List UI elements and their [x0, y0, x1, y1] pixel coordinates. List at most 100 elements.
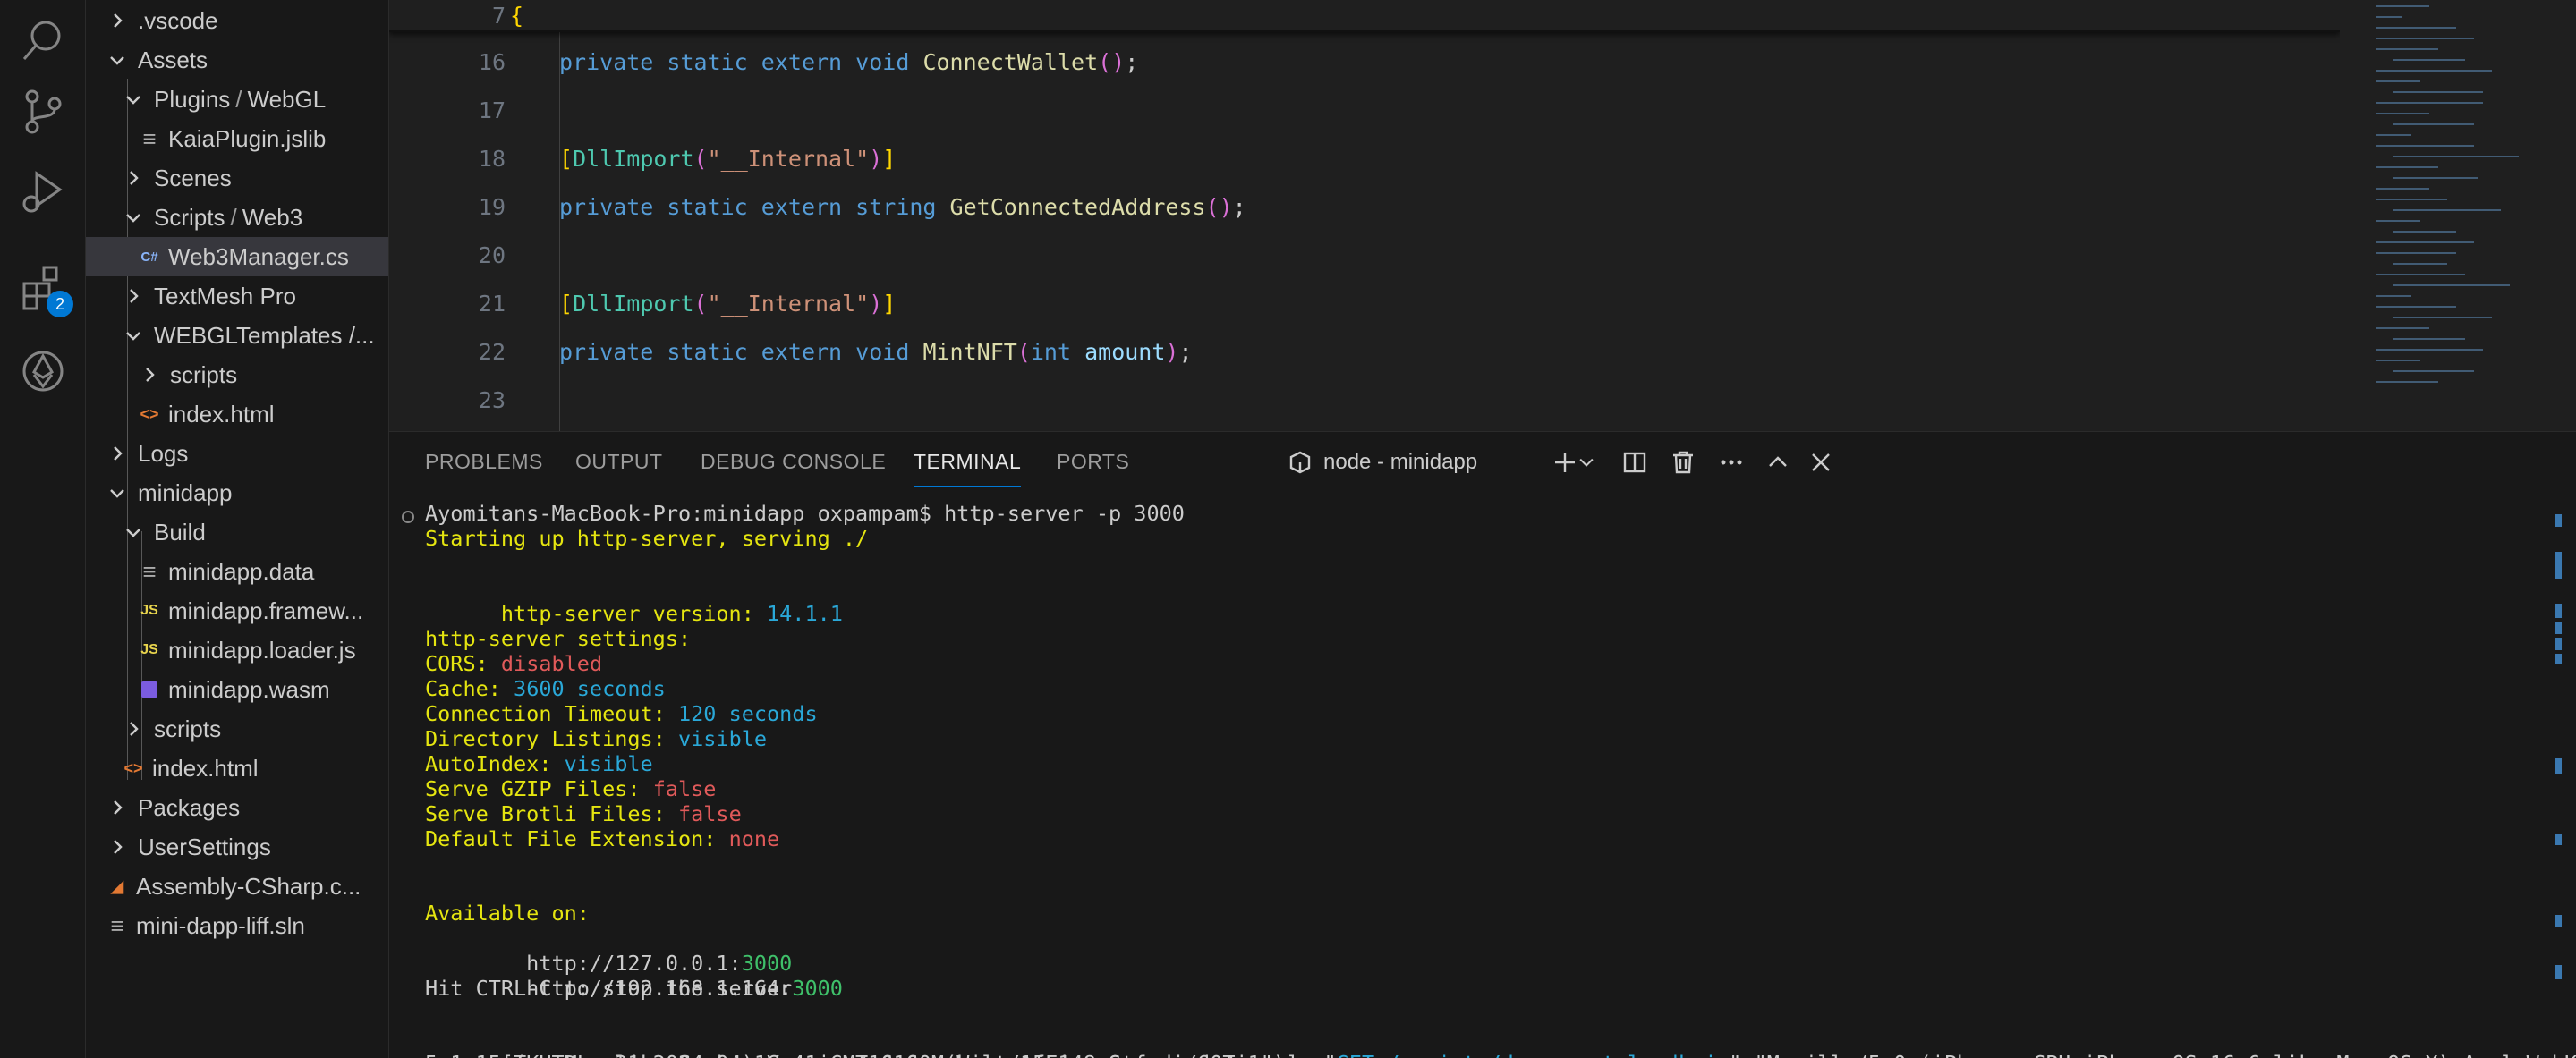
terminal-url[interactable]: http://127.0.0.1:3000: [425, 926, 792, 976]
extensions-icon[interactable]: 2: [0, 246, 86, 326]
tree-folder[interactable]: .vscode: [86, 1, 388, 40]
sticky-line-text: {: [510, 2, 524, 29]
tab-ports[interactable]: PORTS: [1057, 450, 1129, 474]
terminal-log-line: [Tue Dec 31 2024 04:16:41 GMT+0100 (West…: [425, 1026, 2576, 1058]
line-number: 23: [478, 386, 506, 413]
sticky-scroll-header[interactable]: 7 {: [389, 0, 2340, 32]
code-line: 21 [DllImport("__Internal")]: [389, 279, 2340, 327]
tree-item-label: .vscode: [138, 6, 218, 34]
tree-file[interactable]: C# Web3Manager.cs: [86, 237, 388, 276]
ethereum-icon[interactable]: [0, 331, 86, 411]
minimap[interactable]: [2340, 0, 2576, 431]
tree-folder[interactable]: WEBGLTemplates /...: [86, 316, 388, 355]
minimap-line: [2393, 317, 2492, 318]
terminal-hint: Hit CTRL-C to stop the server: [425, 976, 793, 1001]
tree-item-label: index.html: [168, 400, 275, 427]
path-separator: /: [230, 203, 237, 231]
tab-problems[interactable]: PROBLEMS: [425, 450, 543, 474]
tree-folder[interactable]: scripts: [86, 355, 388, 394]
activity-bar: 2: [0, 0, 86, 1058]
scrollbar-marker: [2555, 604, 2562, 618]
minimap-line: [2393, 231, 2456, 233]
maximize-icon[interactable]: [1762, 446, 1794, 478]
csharp-file-icon: C#: [140, 249, 158, 265]
scrollbar-marker: [2555, 965, 2562, 979]
chevron-down-icon: [122, 206, 145, 229]
terminal-starting: Starting up http-server, serving ./: [425, 526, 869, 551]
tree-item-label: KaiaPlugin.jslib: [168, 124, 327, 152]
split-icon[interactable]: [1619, 446, 1651, 478]
tree-file[interactable]: ≡ minidapp.data: [86, 552, 388, 591]
terminal-setting: Serve GZIP Files: false: [425, 776, 717, 801]
tree-folder[interactable]: Build: [86, 512, 388, 552]
run-debug-icon[interactable]: [0, 152, 86, 233]
tree-folder[interactable]: UserSettings: [86, 827, 388, 867]
minimap-line: [2376, 38, 2474, 39]
minimap-line: [2376, 102, 2483, 104]
tree-folder[interactable]: Scripts / Web3: [86, 198, 388, 237]
line-text: private static extern void ConnectWallet…: [559, 48, 1139, 75]
chevron-down-icon: [122, 324, 145, 347]
tab-debug-console[interactable]: DEBUG CONSOLE: [701, 450, 886, 474]
tree-file[interactable]: minidapp.wasm: [86, 670, 388, 709]
terminal-available-header: Available on:: [425, 901, 590, 926]
command-decoration-icon[interactable]: [402, 511, 414, 523]
code-editor[interactable]: 16 private static extern void ConnectWall…: [389, 0, 2576, 431]
tree-file[interactable]: ◢ Assembly-CSharp.c...: [86, 867, 388, 906]
tab-terminal[interactable]: TERMINAL: [914, 450, 1022, 487]
trash-icon[interactable]: [1667, 446, 1699, 478]
tree-folder[interactable]: Assets: [86, 40, 388, 80]
terminal-setting: Serve Brotli Files: false: [425, 801, 742, 826]
terminal-setting: Cache: 3600 seconds: [425, 676, 666, 701]
tree-folder[interactable]: minidapp: [86, 473, 388, 512]
search-icon[interactable]: [0, 0, 86, 80]
chevron-right-icon: [138, 363, 161, 386]
tree-item-label: Web3: [242, 203, 303, 231]
scrollbar-marker: [2555, 915, 2562, 927]
tree-item-label: index.html: [152, 754, 259, 782]
terminal-log-wrap: 5.1.15 (KHTML, like Gecko) Version/16.6 …: [425, 1051, 1273, 1058]
tree-folder[interactable]: Scenes: [86, 158, 388, 198]
scrollbar-marker: [2555, 654, 2562, 664]
tab-output[interactable]: OUTPUT: [575, 450, 663, 474]
bottom-panel: PROBLEMS OUTPUT DEBUG CONSOLE TERMINAL P…: [389, 431, 2576, 1058]
minimap-line: [2376, 80, 2420, 82]
tree-file[interactable]: <> index.html: [86, 394, 388, 434]
explorer-sidebar: .vscode Assets Plugins / WebGL ≡ KaiaPlugin.js…: [86, 0, 389, 1058]
close-icon[interactable]: [1805, 446, 1837, 478]
tree-file[interactable]: ≡ mini-dapp-liff.sln: [86, 906, 388, 945]
minimap-line: [2376, 5, 2429, 7]
line-text: [DllImport("__Internal")]: [559, 145, 897, 172]
scrollbar-marker: [2555, 834, 2562, 845]
tree-folder[interactable]: scripts: [86, 709, 388, 749]
chevron-down-icon[interactable]: [1576, 446, 1597, 478]
minimap-line: [2393, 370, 2474, 372]
source-control-icon[interactable]: [0, 72, 86, 152]
tree-folder[interactable]: Plugins / WebGL: [86, 80, 388, 119]
tree-file[interactable]: ≡ KaiaPlugin.jslib: [86, 119, 388, 158]
tree-item-label: minidapp.wasm: [168, 675, 330, 703]
scrollbar-marker: [2555, 638, 2562, 650]
tree-folder[interactable]: TextMesh Pro: [86, 276, 388, 316]
terminal-url[interactable]: http://192.168.1.164:3000: [425, 951, 843, 1001]
terminal-setting: Connection Timeout: 120 seconds: [425, 701, 818, 726]
more-icon[interactable]: [1715, 446, 1747, 478]
code-line: 18 [DllImport("__Internal")]: [389, 134, 2340, 182]
tree-folder[interactable]: Logs: [86, 434, 388, 473]
line-number: 20: [478, 241, 506, 268]
tree-file[interactable]: <> index.html: [86, 749, 388, 788]
terminal-name[interactable]: node - minidapp: [1323, 450, 1477, 475]
terminal-prompt: Ayomitans-MacBook-Pro:minidapp oxpampam$…: [425, 501, 1185, 526]
terminal-output[interactable]: Ayomitans-MacBook-Pro:minidapp oxpampam$…: [389, 496, 2576, 1058]
tree-item-label: minidapp.loader.js: [168, 636, 356, 664]
tree-folder[interactable]: Packages: [86, 788, 388, 827]
tree-item-label: Scenes: [154, 164, 232, 191]
scrollbar-marker: [2555, 758, 2562, 774]
minimap-line: [2393, 59, 2465, 61]
sticky-line-number: 7: [491, 2, 506, 29]
chevron-down-icon: [106, 48, 129, 72]
chevron-right-icon: [122, 284, 145, 308]
tree-file[interactable]: JS minidapp.framew...: [86, 591, 388, 631]
tree-file[interactable]: JS minidapp.loader.js: [86, 631, 388, 670]
tree-item-label: Assembly-CSharp.c...: [136, 872, 361, 900]
